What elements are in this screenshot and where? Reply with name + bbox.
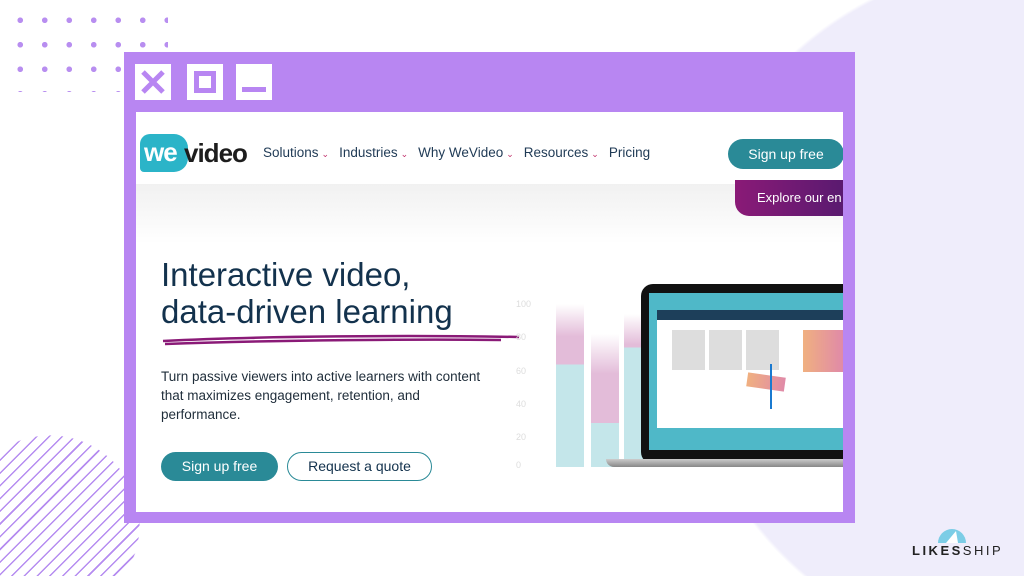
underline-swoosh: [162, 334, 520, 346]
brand-light: SHIP: [962, 543, 1004, 558]
header-signup-button[interactable]: Sign up free: [728, 139, 843, 169]
hero-title: Interactive video, data-driven learning: [161, 256, 453, 330]
illustration-bar: [556, 304, 584, 467]
explore-banner-button[interactable]: Explore our en: [735, 180, 843, 216]
title-line-2: data-driven learning: [161, 293, 453, 330]
maximize-icon[interactable]: [187, 64, 223, 100]
title-line-1: Interactive video,: [161, 256, 411, 293]
request-quote-button[interactable]: Request a quote: [287, 452, 432, 481]
logo-we: we: [140, 134, 188, 172]
browser-window-frame: we video Solutions ⌄ Industries ⌄ Why WeVid…: [124, 52, 855, 523]
tick-label: 60: [516, 366, 527, 376]
laptop-base: [606, 459, 843, 467]
tick-label: 0: [516, 460, 522, 470]
chevron-down-icon: ⌄: [506, 149, 514, 159]
tick-label: 100: [516, 299, 532, 309]
nav-label: Industries: [339, 145, 398, 160]
nav-label: Why WeVideo: [418, 145, 504, 160]
webpage: we video Solutions ⌄ Industries ⌄ Why WeVid…: [136, 112, 843, 512]
nav-pricing[interactable]: Pricing: [609, 145, 650, 160]
chevron-down-icon: ⌄: [400, 149, 409, 159]
laptop-illustration: [641, 284, 843, 464]
brand-bold: LIKES: [912, 543, 963, 558]
nav-resources[interactable]: Resources ⌄: [524, 145, 599, 160]
chevron-down-icon: ⌄: [321, 149, 330, 159]
chevron-down-icon: ⌄: [591, 149, 599, 159]
site-header: we video Solutions ⌄ Industries ⌄ Why WeVid…: [136, 112, 843, 184]
tick-label: 80: [516, 332, 527, 342]
likesship-logo-icon: [938, 529, 966, 543]
logo-video: video: [184, 137, 248, 168]
minimize-icon[interactable]: [236, 64, 272, 100]
wevideo-logo[interactable]: we video: [140, 134, 248, 172]
nav-label: Solutions: [263, 145, 319, 160]
stripe-pattern: [0, 435, 140, 576]
tick-label: 20: [516, 432, 527, 442]
nav-industries[interactable]: Industries ⌄: [339, 145, 408, 160]
nav-label: Resources: [523, 145, 589, 160]
hero-signup-button[interactable]: Sign up free: [161, 452, 278, 481]
nav-solutions[interactable]: Solutions ⌄: [263, 145, 329, 160]
hero-section: Explore our en Interactive video, data-dr…: [136, 180, 843, 512]
illustration-bar: [591, 334, 619, 467]
nav-why-wevideo[interactable]: Why WeVideo ⌄: [418, 145, 514, 160]
main-nav: Solutions ⌄ Industries ⌄ Why WeVideo ⌄ Reso…: [263, 145, 650, 160]
likesship-brand: LIKESSHIP: [912, 543, 1003, 558]
tick-label: 40: [516, 399, 527, 409]
close-icon[interactable]: [135, 64, 171, 100]
hero-subtitle: Turn passive viewers into active learner…: [161, 369, 481, 422]
